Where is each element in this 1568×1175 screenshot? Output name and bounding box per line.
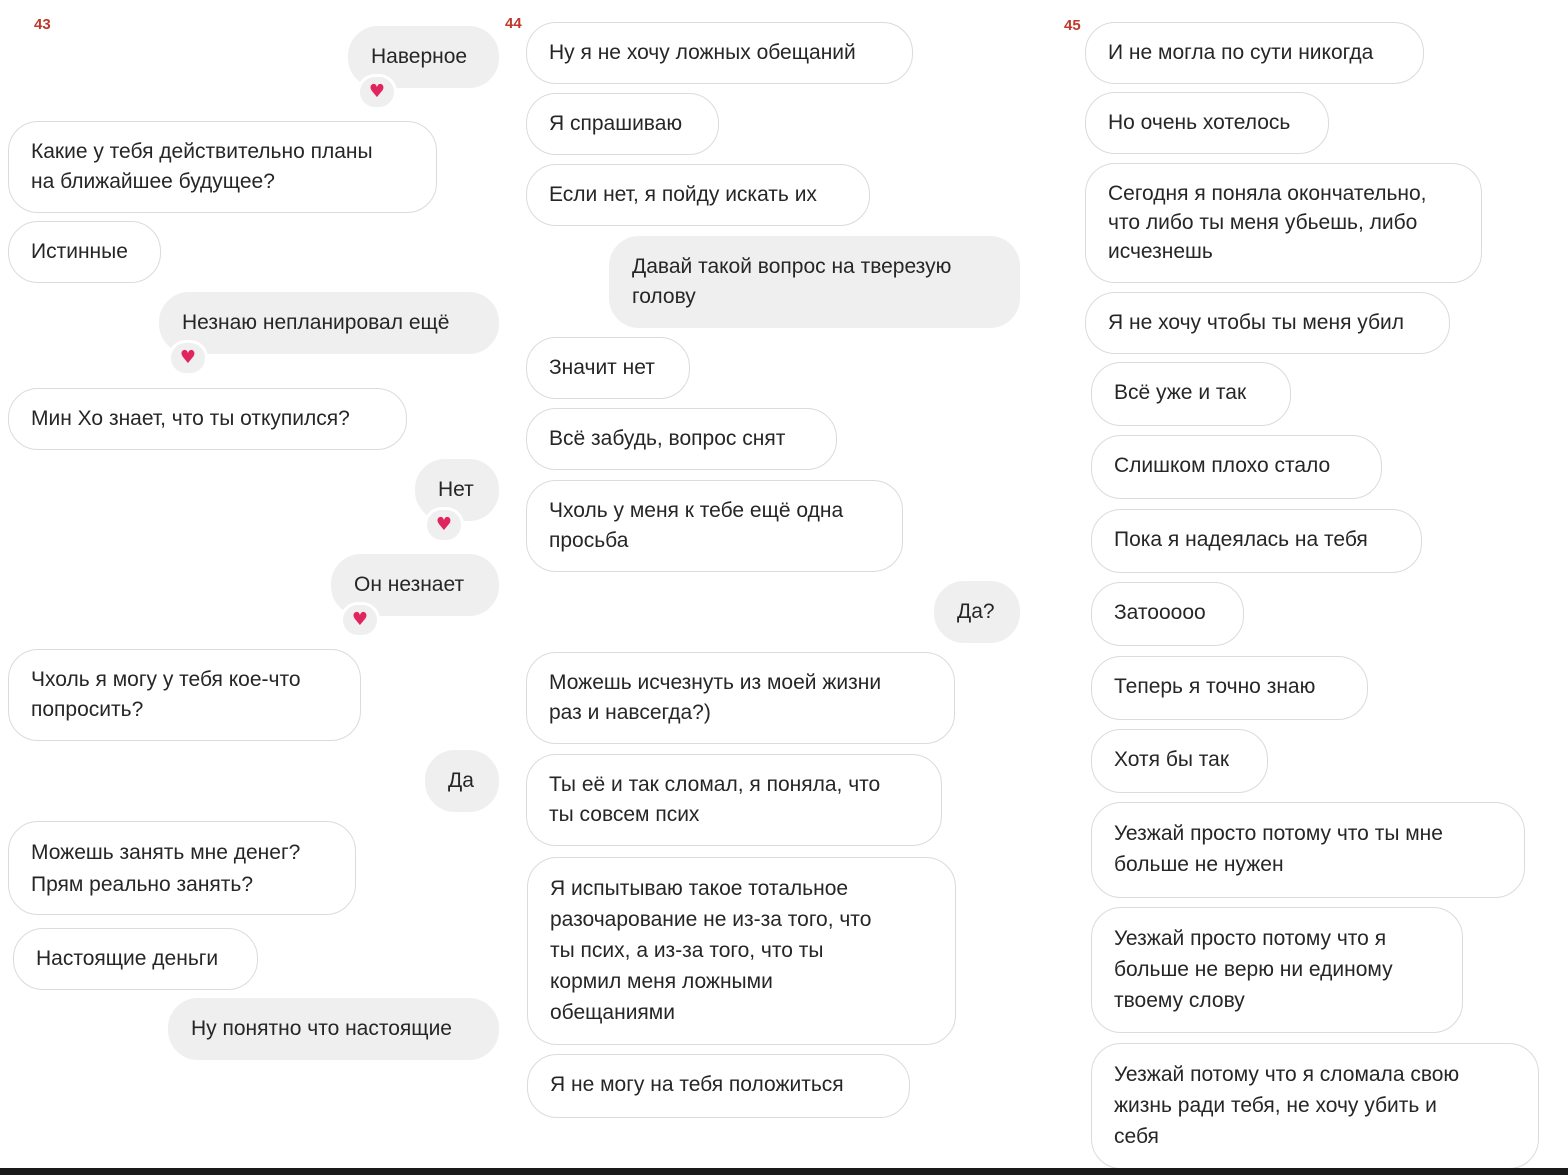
message-incoming[interactable]: Если нет, я пойду искать их (526, 164, 870, 226)
message-incoming[interactable]: Я не хочу чтобы ты меня убил (1085, 292, 1450, 354)
message-incoming[interactable]: Пока я надеялась на тебя (1091, 509, 1422, 573)
message-incoming[interactable]: Уезжай просто потому что я больше не вер… (1091, 907, 1463, 1033)
page-number-43: 43 (34, 16, 51, 33)
page-number-44: 44 (505, 15, 522, 32)
message-incoming[interactable]: Уезжай потому что я сломала свою жизнь р… (1091, 1043, 1539, 1169)
message-incoming[interactable]: Теперь я точно знаю (1091, 656, 1368, 720)
message-incoming[interactable]: Я не могу на тебя положиться (527, 1054, 910, 1118)
message-incoming[interactable]: Всё забудь, вопрос снят (526, 408, 837, 470)
message-incoming[interactable]: Я испытываю такое тотальное разочаровани… (527, 857, 956, 1045)
message-incoming[interactable]: Ты её и так сломал, я поняла, что ты сов… (526, 754, 942, 846)
message-incoming[interactable]: И не могла по сути никогда (1085, 22, 1424, 84)
message-outgoing[interactable]: Да (425, 750, 499, 812)
message-incoming[interactable]: Я спрашиваю (526, 93, 719, 155)
page-number-45: 45 (1064, 17, 1081, 34)
message-incoming[interactable]: Всё уже и так (1091, 362, 1291, 426)
message-incoming[interactable]: Чхоль я могу у тебя кое-что попросить? (8, 649, 361, 741)
message-incoming[interactable]: Можешь занять мне денег? Прям реально за… (8, 821, 356, 915)
message-incoming[interactable]: Значит нет (526, 337, 690, 399)
message-incoming[interactable]: Мин Хо знает, что ты откупился? (8, 388, 407, 450)
heart-icon: ♥ (424, 507, 464, 543)
message-incoming[interactable]: Слишком плохо стало (1091, 435, 1382, 499)
message-incoming[interactable]: Но очень хотелось (1085, 92, 1329, 154)
message-incoming[interactable]: Можешь исчезнуть из моей жизни раз и нав… (526, 652, 955, 744)
message-incoming[interactable]: Затооооо (1091, 582, 1244, 646)
message-outgoing[interactable]: Да? (934, 581, 1020, 643)
message-incoming[interactable]: Сегодня я поняла окончательно, что либо … (1085, 163, 1482, 283)
message-incoming[interactable]: Какие у тебя действительно планы на ближ… (8, 121, 437, 213)
message-incoming[interactable]: Чхоль у меня к тебе ещё одна просьба (526, 480, 903, 572)
heart-icon: ♥ (168, 340, 208, 376)
heart-icon: ♥ (357, 74, 397, 110)
message-incoming[interactable]: Уезжай просто потому что ты мне больше н… (1091, 802, 1525, 898)
message-incoming[interactable]: Хотя бы так (1091, 729, 1268, 793)
message-outgoing[interactable]: Ну понятно что настоящие (168, 998, 499, 1060)
message-incoming[interactable]: Истинные (8, 221, 161, 283)
message-incoming[interactable]: Ну я не хочу ложных обещаний (526, 22, 913, 84)
bottom-edge-bar (0, 1168, 1568, 1175)
message-outgoing[interactable]: Давай такой вопрос на тверезую голову (609, 236, 1020, 328)
heart-icon: ♥ (340, 602, 380, 638)
message-incoming[interactable]: Настоящие деньги (13, 928, 258, 990)
message-outgoing[interactable]: Незнаю непланировал ещё (159, 292, 499, 354)
